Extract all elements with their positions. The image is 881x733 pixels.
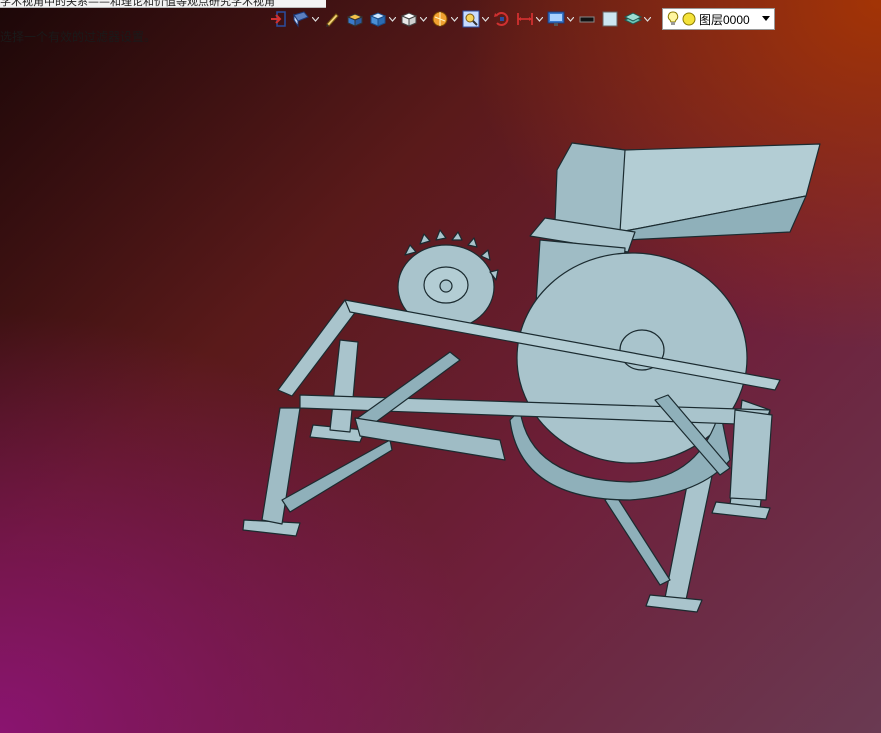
frame-crossbar xyxy=(354,351,461,431)
view-orientation-button[interactable] xyxy=(291,8,319,30)
layer-stack-icon xyxy=(623,12,643,25)
foot-right-back xyxy=(711,501,771,520)
render-button[interactable] xyxy=(430,8,458,30)
view-orientation-icon xyxy=(293,11,309,28)
exit-icon xyxy=(271,11,286,27)
chevron-down-icon[interactable] xyxy=(481,8,489,30)
chevron-down-icon[interactable] xyxy=(566,8,574,30)
color-swatch-black-icon xyxy=(579,16,595,23)
render-sphere-icon xyxy=(432,11,448,27)
line-color-button[interactable] xyxy=(577,8,597,30)
brace-right xyxy=(604,493,671,586)
sketch-pencil-icon xyxy=(326,13,339,27)
chevron-down-icon[interactable] xyxy=(450,8,458,30)
main-toolbar: 图层0000 xyxy=(268,6,775,32)
sketch-button[interactable] xyxy=(322,8,342,30)
foot-right-front xyxy=(645,594,703,613)
display-monitor-icon xyxy=(547,11,565,26)
frame-post-right xyxy=(729,409,773,501)
chevron-down-icon[interactable] xyxy=(311,8,319,30)
shredder-model xyxy=(242,142,821,613)
view-cube-icon xyxy=(400,12,418,27)
layer-stack-button[interactable] xyxy=(623,8,651,30)
view-cube-button[interactable] xyxy=(399,8,427,30)
chevron-down-icon[interactable] xyxy=(388,8,396,30)
chevron-down-icon[interactable] xyxy=(419,8,427,30)
shaded-box-icon xyxy=(369,12,387,27)
rotate-button[interactable] xyxy=(492,8,512,30)
hopper-side xyxy=(554,142,626,233)
leg-left-back xyxy=(329,339,359,433)
solid-box-icon xyxy=(346,13,364,27)
fill-color-button[interactable] xyxy=(600,8,620,30)
display-button[interactable] xyxy=(546,8,574,30)
brace-left xyxy=(281,439,393,513)
zoom-fit-icon xyxy=(462,10,480,28)
solid-box-button[interactable] xyxy=(345,8,365,30)
model-viewport[interactable] xyxy=(0,0,881,733)
sun-icon[interactable] xyxy=(682,12,696,26)
shaded-box-button[interactable] xyxy=(368,8,396,30)
layer-selector[interactable]: 图层0000 xyxy=(662,8,775,30)
color-swatch-light-icon xyxy=(602,11,618,27)
gear-hub-inner xyxy=(439,279,453,293)
dropdown-arrow-icon[interactable] xyxy=(762,16,770,22)
dimension-button[interactable] xyxy=(515,8,543,30)
bulb-icon[interactable] xyxy=(667,11,679,27)
chevron-down-icon[interactable] xyxy=(535,8,543,30)
chevron-down-icon[interactable] xyxy=(643,8,651,30)
zoom-fit-button[interactable] xyxy=(461,8,489,30)
exit-button[interactable] xyxy=(268,8,288,30)
layer-name: 图层0000 xyxy=(699,12,750,27)
rotate-icon xyxy=(494,12,509,26)
dimension-icon xyxy=(517,13,533,25)
